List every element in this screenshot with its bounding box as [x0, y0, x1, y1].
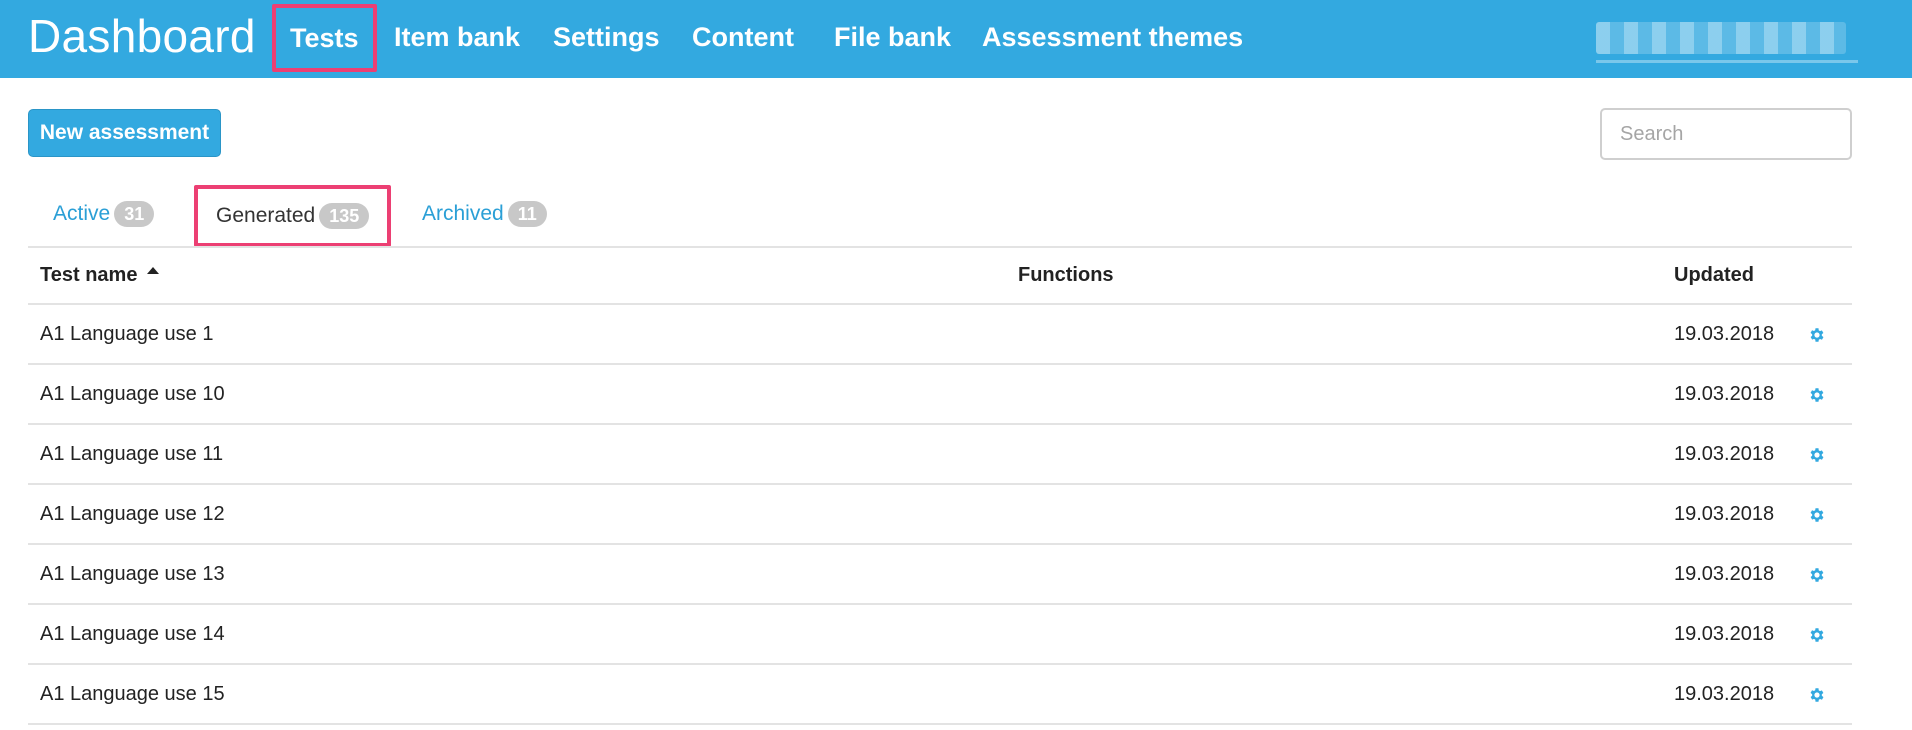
updated-cell: 19.03.2018	[1674, 383, 1775, 405]
nav-assessment-themes[interactable]: Assessment themes	[982, 18, 1243, 56]
nav-file-bank[interactable]: File bank	[834, 18, 951, 56]
table-row[interactable]: A1 Language use 12 19.03.2018	[28, 485, 1852, 545]
table-row[interactable]: A1 Language use 14 19.03.2018	[28, 605, 1852, 665]
table-row[interactable]: A1 Language use 13 19.03.2018	[28, 545, 1852, 605]
gear-icon[interactable]	[1808, 686, 1826, 704]
table-row[interactable]: A1 Language use 11 19.03.2018	[28, 425, 1852, 485]
updated-cell: 19.03.2018	[1674, 563, 1775, 585]
test-name-cell[interactable]: A1 Language use 1	[40, 305, 214, 363]
updated-cell: 19.03.2018	[1674, 323, 1775, 345]
updated-cell: 19.03.2018	[1674, 623, 1775, 645]
table-row[interactable]: A1 Language use 1 19.03.2018	[28, 305, 1852, 365]
tab-label: Generated	[216, 204, 316, 227]
user-menu[interactable]	[1596, 22, 1846, 54]
test-name-cell[interactable]: A1 Language use 14	[40, 605, 225, 663]
test-name-cell[interactable]: A1 Language use 11	[40, 425, 223, 483]
table-row[interactable]: A1 Language use 10 19.03.2018	[28, 365, 1852, 425]
test-name-cell[interactable]: A1 Language use 10	[40, 365, 225, 423]
test-name-cell[interactable]: A1 Language use 12	[40, 485, 225, 543]
gear-icon[interactable]	[1808, 446, 1826, 464]
table-row[interactable]: A1 Language use 15 19.03.2018	[28, 665, 1852, 725]
count-badge: 11	[507, 201, 547, 227]
test-name-cell[interactable]: A1 Language use 15	[40, 665, 225, 723]
column-header-functions: Functions	[1018, 264, 1114, 286]
new-assessment-button[interactable]: New assessment	[28, 109, 221, 157]
tab-generated[interactable]: Generated 135	[194, 185, 392, 247]
gear-icon[interactable]	[1808, 566, 1826, 584]
column-header-test-name[interactable]: Test name	[40, 248, 160, 303]
tab-archived[interactable]: Archived 11	[422, 188, 547, 240]
gear-icon[interactable]	[1808, 326, 1826, 344]
tab-label: Archived	[422, 202, 504, 225]
tab-label: Active	[53, 202, 111, 225]
nav-settings[interactable]: Settings	[553, 18, 660, 56]
test-name-cell[interactable]: A1 Language use 13	[40, 545, 225, 603]
tab-active[interactable]: Active 31	[53, 188, 155, 240]
updated-cell: 19.03.2018	[1674, 443, 1775, 465]
column-header-updated[interactable]: Updated	[1674, 248, 1754, 303]
top-navbar: Dashboard Tests Item bank Settings Conte…	[0, 0, 1912, 78]
count-badge: 31	[114, 201, 155, 227]
tests-table: Test name Functions Updated A1 Language …	[28, 246, 1852, 725]
gear-icon[interactable]	[1808, 626, 1826, 644]
nav-tests[interactable]: Tests	[272, 4, 377, 72]
table-body: A1 Language use 1 19.03.2018 A1 Language u…	[28, 305, 1852, 725]
sort-ascending-icon[interactable]	[147, 267, 160, 275]
column-label: Test name	[40, 264, 138, 286]
gear-icon[interactable]	[1808, 386, 1826, 404]
table-header: Test name Functions Updated	[28, 246, 1852, 305]
search-input[interactable]	[1600, 108, 1852, 160]
count-badge: 135	[319, 203, 370, 229]
gear-icon[interactable]	[1808, 506, 1826, 524]
updated-cell: 19.03.2018	[1674, 503, 1775, 525]
updated-cell: 19.03.2018	[1674, 683, 1775, 705]
nav-item-bank[interactable]: Item bank	[394, 18, 520, 56]
brand-title[interactable]: Dashboard	[28, 8, 256, 64]
user-menu-divider	[1596, 60, 1858, 63]
nav-content[interactable]: Content	[692, 18, 794, 56]
